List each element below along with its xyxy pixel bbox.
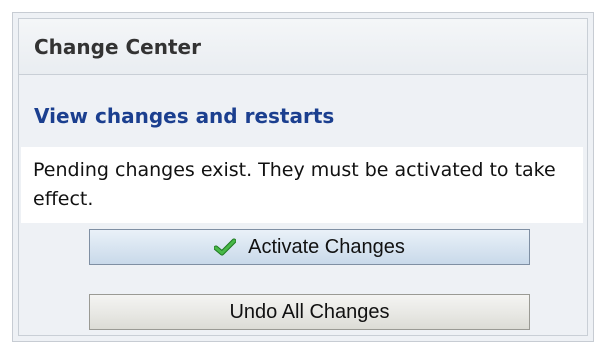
panel-title: Change Center — [34, 35, 201, 59]
change-center-frame: Change Center View changes and restarts … — [12, 12, 594, 342]
message-text: Pending changes exist. They must be acti… — [33, 159, 556, 210]
checkmark-icon — [214, 238, 237, 256]
activate-changes-label: Activate Changes — [248, 235, 405, 258]
pending-changes-message: Pending changes exist. They must be acti… — [21, 147, 583, 223]
view-changes-link[interactable]: View changes and restarts — [34, 104, 334, 128]
change-center-panel: Change Center View changes and restarts … — [18, 18, 588, 336]
activate-changes-button[interactable]: Activate Changes — [89, 229, 530, 265]
panel-header: Change Center — [19, 19, 587, 75]
undo-all-changes-label: Undo All Changes — [229, 300, 390, 323]
undo-all-changes-button[interactable]: Undo All Changes — [89, 294, 530, 330]
